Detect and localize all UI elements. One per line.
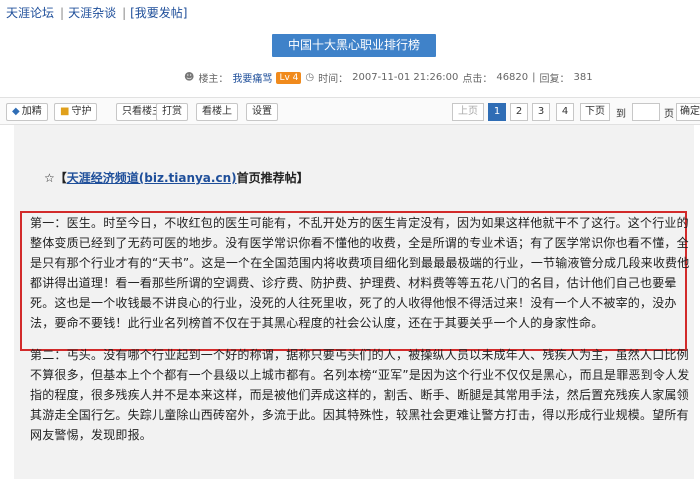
replies-count: 381 (573, 72, 593, 83)
view-above-button[interactable]: 看楼上 (196, 103, 238, 121)
reward-button[interactable]: 打赏 (156, 103, 188, 121)
prev-page-button[interactable]: 上页 (452, 103, 484, 121)
user-icon: ☻ (184, 72, 195, 83)
author-name[interactable]: 我要痛骂 (232, 70, 272, 85)
recommendation-line: ☆【天涯经济频道(biz.tianya.cn)首页推荐帖】 (44, 169, 309, 186)
time-label: 时间： (318, 74, 349, 85)
clock-icon: ◷ (305, 72, 315, 83)
clicks-count: 46820 (496, 72, 529, 83)
post-toolbar: ◆ 加精 ■ 守护 只看楼主 打赏 看楼上 设置 上页 1 2 3 4 下页 到 页… (0, 97, 700, 125)
guard-button[interactable]: ■ 守护 (54, 103, 98, 121)
breadcrumb-item-board[interactable]: 天涯杂谈 (68, 6, 116, 20)
page-1-button[interactable]: 1 (488, 103, 506, 121)
diamond-icon: ◆ (12, 106, 20, 117)
page-3-button[interactable]: 3 (532, 103, 550, 121)
post-meta: ☻ 楼主： 我要痛骂 Lv 4 ◷ 时间： 2007-11-01 21:26:0… (184, 70, 593, 85)
clicks-label: 点击： (462, 74, 493, 85)
paragraph-beggar-boss: 第二：丐头。没有哪个行业起到一个好的称谓，据称只要丐头们的人，被操纵人员以未成年… (30, 348, 690, 442)
next-page-button[interactable]: 下页 (580, 103, 610, 121)
recommendation-suffix: 首页推荐帖】 (236, 171, 309, 185)
post-body: ☆【天涯经济频道(biz.tianya.cn)首页推荐帖】 第一：医生。时至今日… (14, 125, 694, 479)
settings-button[interactable]: 设置 (246, 103, 278, 121)
jump-label: 到 (616, 109, 626, 120)
page-unit-label: 页 (664, 109, 674, 120)
breadcrumb-separator: | (60, 6, 65, 20)
breadcrumb-separator: | (122, 6, 127, 20)
meta-divider: | (532, 72, 536, 83)
replies-label: 回复： (539, 74, 570, 85)
author-label: 楼主： (198, 74, 229, 85)
page-4-button[interactable]: 4 (556, 103, 574, 121)
tianya-biz-link[interactable]: 天涯经济频道(biz.tianya.cn) (67, 171, 237, 185)
page-jump-input[interactable] (632, 103, 660, 121)
post-time: 2007-11-01 21:26:00 (352, 72, 459, 83)
level-badge: Lv 4 (276, 71, 302, 84)
feature-button[interactable]: ◆ 加精 (6, 103, 48, 121)
post-title: 中国十大黑心职业排行榜 (272, 34, 436, 57)
recommendation-prefix: ☆【 (44, 171, 67, 185)
page-2-button[interactable]: 2 (510, 103, 528, 121)
new-post-link[interactable]: [我要发帖] (130, 6, 187, 20)
go-button[interactable]: 确定 (676, 103, 700, 121)
shield-icon: ■ (60, 106, 70, 117)
breadcrumb-item-forum[interactable]: 天涯论坛 (6, 6, 54, 20)
breadcrumb: 天涯论坛 | 天涯杂谈 | [我要发帖] (6, 4, 190, 21)
paragraph-doctor: 第一：医生。时至今日，不收红包的医生可能有，不乱开处方的医生肯定没有，因为如果这… (30, 216, 690, 330)
